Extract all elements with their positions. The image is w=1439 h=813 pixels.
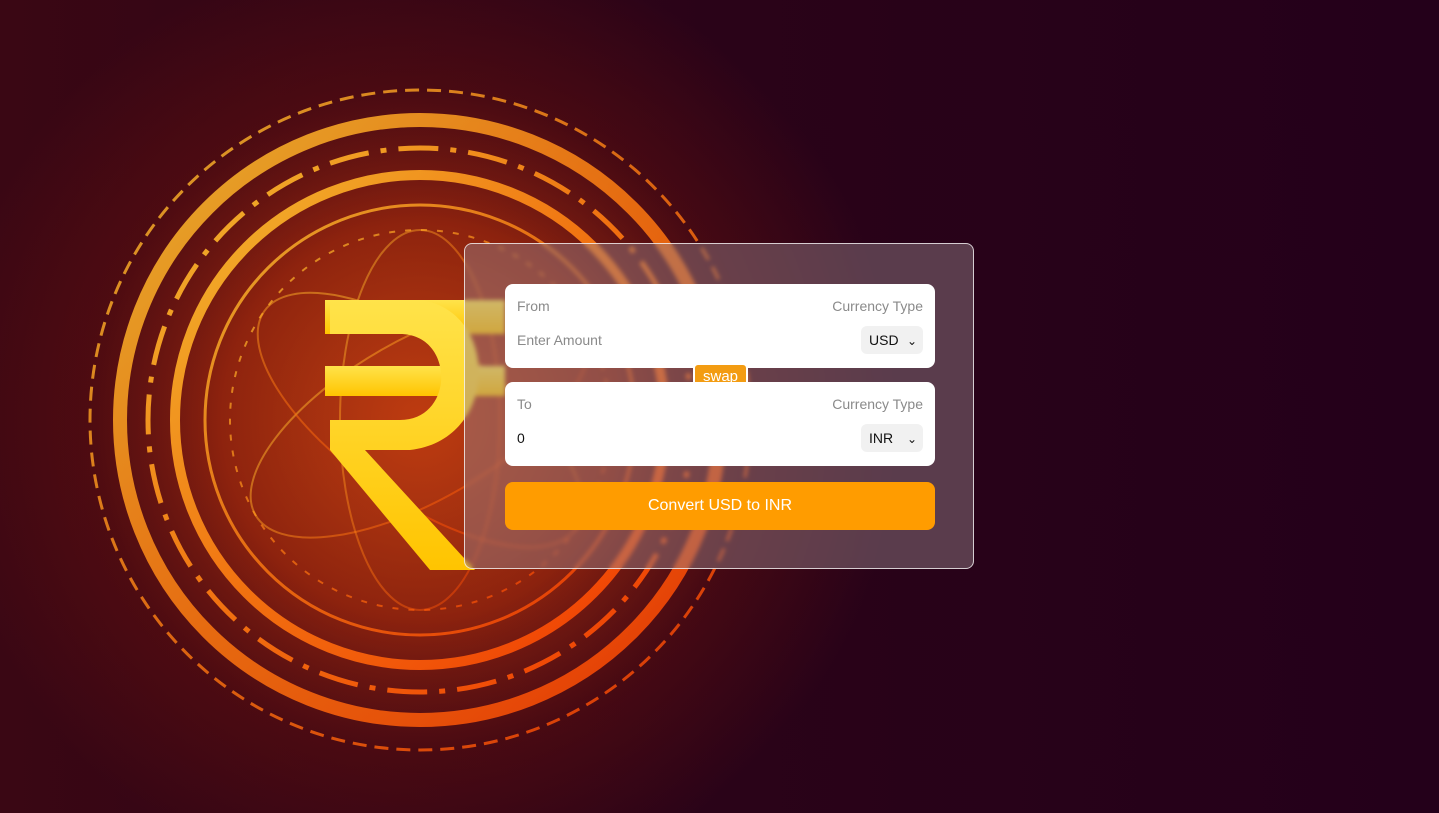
to-amount-input[interactable]: 0 bbox=[517, 428, 777, 448]
to-currency-value: INR bbox=[869, 430, 894, 446]
to-panel: To Currency Type 0 INR ⌄ bbox=[505, 382, 935, 466]
from-currency-select[interactable]: USD ⌄ bbox=[861, 326, 923, 354]
to-currency-select[interactable]: INR ⌄ bbox=[861, 424, 923, 452]
chevron-down-icon: ⌄ bbox=[906, 334, 917, 348]
to-label: To bbox=[517, 396, 532, 412]
chevron-down-icon: ⌄ bbox=[906, 432, 917, 446]
page: From Currency Type Enter Amount USD ⌄ sw… bbox=[0, 0, 1439, 813]
from-currency-value: USD bbox=[869, 332, 899, 348]
from-amount-input[interactable]: Enter Amount bbox=[517, 330, 777, 350]
from-panel: From Currency Type Enter Amount USD ⌄ bbox=[505, 284, 935, 368]
to-currency-type-label: Currency Type bbox=[832, 396, 923, 412]
from-label: From bbox=[517, 298, 550, 314]
from-currency-type-label: Currency Type bbox=[832, 298, 923, 314]
convert-button[interactable]: Convert USD to INR bbox=[505, 482, 935, 530]
converter-card: From Currency Type Enter Amount USD ⌄ sw… bbox=[464, 243, 974, 569]
